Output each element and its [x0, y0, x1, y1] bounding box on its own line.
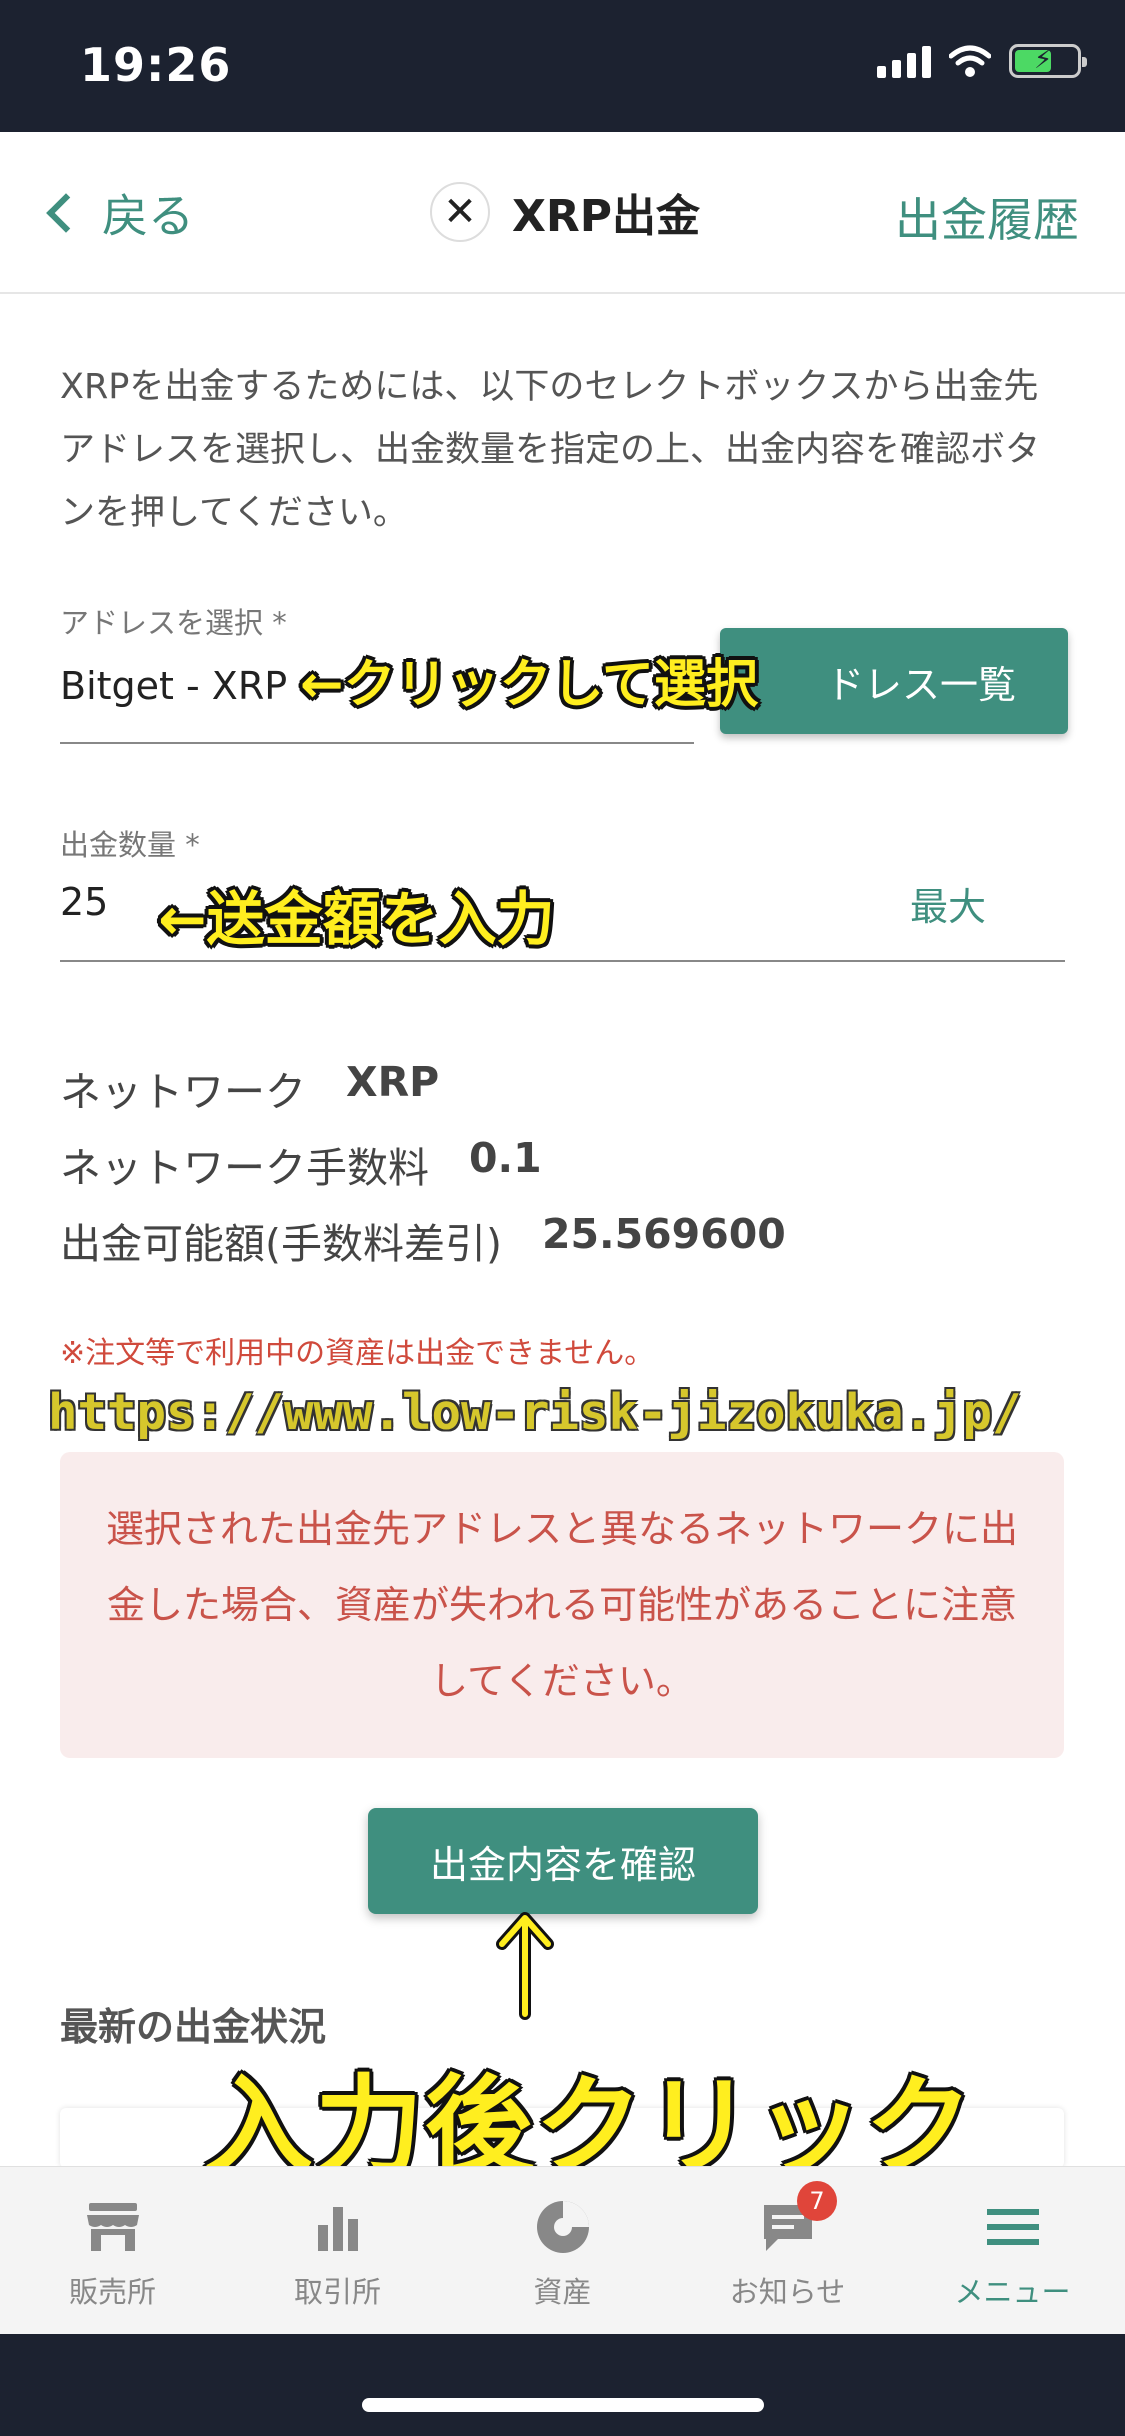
- amount-input[interactable]: 25: [60, 880, 108, 924]
- network-fee-value: 0.1: [469, 1134, 542, 1182]
- network-fee-row: ネットワーク手数料 0.1: [60, 1134, 542, 1194]
- network-value: XRP: [346, 1058, 440, 1106]
- network-alert-text: 選択された出金先アドレスと異なるネットワークに出金した場合、資産が失われる可能性…: [105, 1507, 1018, 1703]
- status-time: 19:26: [80, 38, 232, 92]
- network-fee-label: ネットワーク手数料: [60, 1144, 429, 1192]
- battery-icon: ⚡: [1009, 44, 1087, 78]
- annotation-select: ←クリックして選択: [300, 655, 759, 715]
- address-select-label: アドレスを選択 *: [60, 606, 287, 640]
- available-amount-value: 25.569600: [542, 1210, 786, 1258]
- confirm-withdrawal-button[interactable]: 出金内容を確認: [368, 1808, 758, 1914]
- wifi-icon: [949, 45, 991, 77]
- tab-sales-label: 販売所: [68, 2275, 156, 2309]
- bar-chart-icon: [317, 2207, 358, 2251]
- address-select[interactable]: Bitget - XRP: [60, 664, 287, 708]
- back-label: 戻る: [102, 189, 194, 243]
- max-amount-button[interactable]: 最大: [910, 876, 986, 931]
- tab-notifications[interactable]: 7 お知らせ: [675, 2167, 900, 2334]
- watermark-url: https://www.low-risk-jizokuka.jp/: [48, 1384, 1022, 1441]
- page-title-group: ✕ XRP出金: [430, 180, 700, 244]
- network-alert: 選択された出金先アドレスと異なるネットワークに出金した場合、資産が失われる可能性…: [60, 1452, 1064, 1758]
- nav-bar: 戻る ✕ XRP出金 出金履歴: [0, 132, 1125, 294]
- tab-menu[interactable]: メニュー: [900, 2167, 1125, 2334]
- notification-badge: 7: [797, 2181, 837, 2221]
- page-title: XRP出金: [512, 191, 701, 242]
- menu-icon: [986, 2209, 1039, 2245]
- tab-bar: 販売所 取引所 資産 7 お知らせ メニュー: [0, 2166, 1125, 2334]
- tab-notifications-label: お知らせ: [729, 2275, 846, 2309]
- network-row: ネットワーク XRP: [60, 1058, 439, 1118]
- tab-exchange[interactable]: 取引所: [225, 2167, 450, 2334]
- pie-chart-icon: [536, 2201, 589, 2253]
- amount-label: 出金数量 *: [60, 828, 200, 862]
- tab-exchange-label: 取引所: [293, 2275, 381, 2309]
- arrow-up-icon: [496, 1912, 554, 2020]
- tab-menu-label: メニュー: [954, 2275, 1071, 2309]
- cellular-signal-icon: [877, 44, 931, 78]
- back-button[interactable]: 戻る: [40, 180, 194, 246]
- warning-note: ※注文等で利用中の資産は出金できません。: [60, 1336, 655, 1371]
- tab-assets-label: 資産: [533, 2275, 592, 2309]
- address-list-button[interactable]: ドレス一覧: [720, 628, 1068, 734]
- available-amount-row: 出金可能額(手数料差引) 25.569600: [60, 1210, 786, 1270]
- address-select-underline: [60, 742, 694, 744]
- xrp-logo-icon: ✕: [430, 182, 490, 242]
- withdrawal-history-link[interactable]: 出金履歴: [895, 184, 1079, 250]
- tab-sales[interactable]: 販売所: [0, 2167, 225, 2334]
- network-label: ネットワーク: [60, 1068, 306, 1116]
- home-indicator-area: [0, 2334, 1125, 2436]
- chevron-left-icon: [46, 193, 86, 233]
- status-bar: 19:26 ⚡: [0, 0, 1125, 132]
- store-icon: [86, 2203, 139, 2251]
- status-icons: ⚡: [877, 44, 1087, 78]
- annotation-amount: ←送金額を入力: [158, 885, 555, 953]
- tab-assets[interactable]: 資産: [450, 2167, 675, 2334]
- available-amount-label: 出金可能額(手数料差引): [60, 1220, 502, 1268]
- home-indicator[interactable]: [362, 2398, 764, 2412]
- intro-text: XRPを出金するためには、以下のセレクトボックスから出金先アドレスを選択し、出金…: [60, 367, 1041, 533]
- amount-underline: [60, 960, 1065, 962]
